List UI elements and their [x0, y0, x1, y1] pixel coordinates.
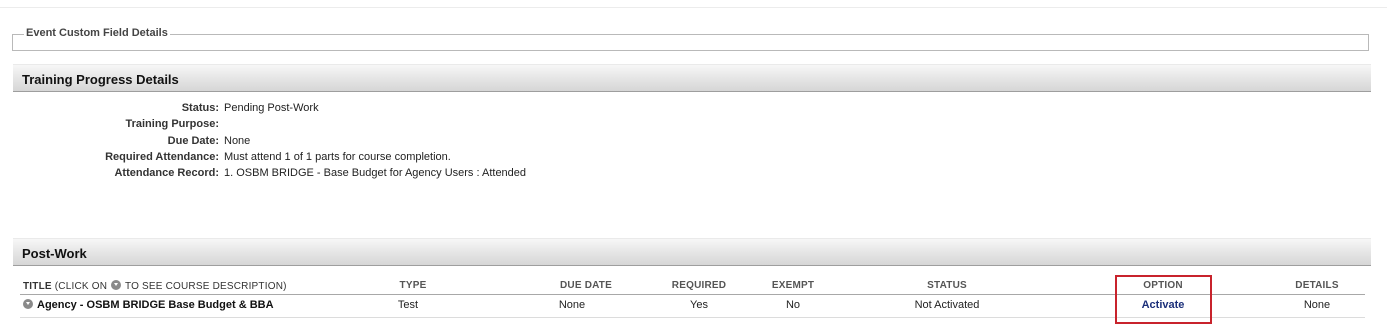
- column-exempt: EXEMPT: [771, 280, 815, 291]
- row-required: Yes: [690, 299, 708, 311]
- event-custom-field-legend: Event Custom Field Details: [24, 27, 170, 39]
- detail-row-status: Status: Pending Post-Work: [0, 102, 1387, 118]
- row-status: Not Activated: [914, 299, 980, 311]
- option-highlight-box: [1115, 275, 1212, 324]
- status-label: Status:: [181, 102, 219, 114]
- row-exempt: No: [785, 299, 801, 311]
- post-work-title: Post-Work: [22, 246, 87, 261]
- column-type: TYPE: [399, 280, 427, 291]
- column-due-date: DUE DATE: [560, 280, 612, 291]
- training-purpose-label: Training Purpose:: [125, 118, 219, 130]
- expand-circle-icon: [111, 280, 122, 290]
- attendance-record-value: 1. OSBM BRIDGE - Base Budget for Agency …: [224, 167, 527, 179]
- column-details: DETAILS: [1295, 280, 1339, 291]
- column-required: REQUIRED: [671, 280, 727, 291]
- course-title: Agency - OSBM BRIDGE Base Budget & BBA: [37, 299, 274, 311]
- column-title: TITLE (CLICK ON TO SEE COURSE DESCRIPTIO…: [23, 280, 287, 292]
- status-value: Pending Post-Work: [224, 102, 319, 114]
- required-attendance-label: Required Attendance:: [105, 151, 219, 163]
- attendance-record-label: Attendance Record:: [114, 167, 219, 179]
- event-custom-field-details: [12, 34, 1369, 51]
- top-divider: [0, 7, 1387, 8]
- row-type: Test: [397, 299, 419, 311]
- required-attendance-value: Must attend 1 of 1 parts for course comp…: [224, 151, 451, 163]
- expand-circle-icon[interactable]: [23, 299, 33, 309]
- title-hint-before: (CLICK ON: [54, 281, 108, 292]
- detail-row-attendance-record: Attendance Record: 1. OSBM BRIDGE - Base…: [0, 167, 1387, 183]
- title-hint-after: TO SEE COURSE DESCRIPTION): [124, 281, 287, 292]
- detail-row-training-purpose: Training Purpose:: [0, 118, 1387, 134]
- post-work-header: Post-Work: [13, 238, 1371, 266]
- training-progress-header: Training Progress Details: [13, 64, 1371, 92]
- training-progress-title: Training Progress Details: [22, 72, 179, 87]
- row-details: None: [1303, 299, 1331, 311]
- row-due-date: None: [558, 299, 586, 311]
- due-date-label: Due Date:: [167, 135, 219, 147]
- table-row-title: Agency - OSBM BRIDGE Base Budget & BBA: [23, 299, 274, 311]
- column-status: STATUS: [927, 280, 967, 291]
- detail-row-due-date: Due Date: None: [0, 135, 1387, 151]
- title-column-label: TITLE: [23, 281, 52, 292]
- due-date-value: None: [224, 135, 251, 147]
- detail-row-required-attendance: Required Attendance: Must attend 1 of 1 …: [0, 151, 1387, 167]
